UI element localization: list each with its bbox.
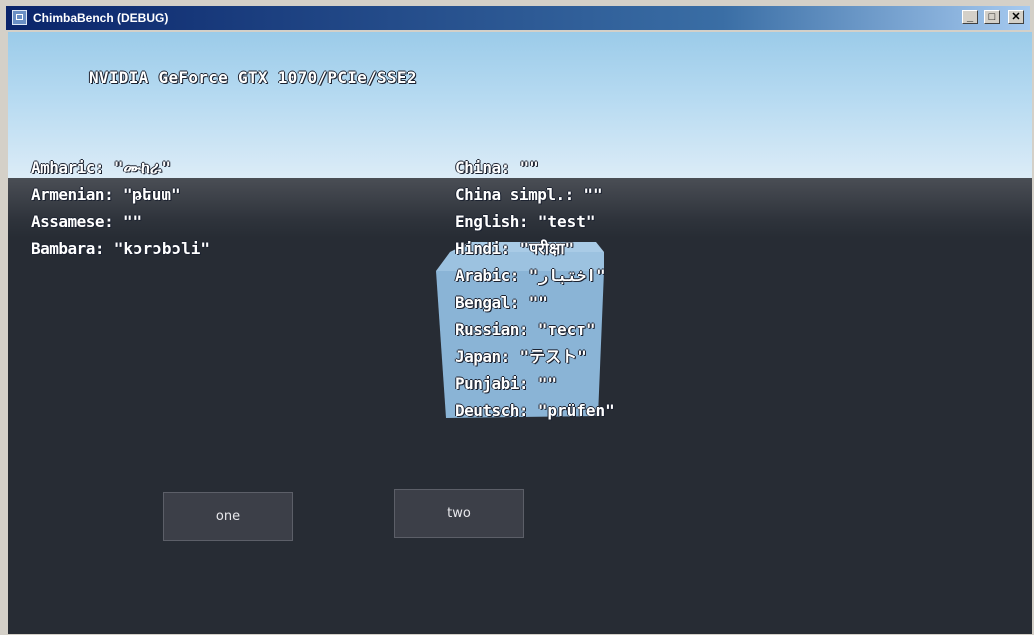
- list-item: Armenian: "թեստ": [31, 185, 181, 204]
- language-list-right: China: "" China simpl.: "" English: "tes…: [455, 156, 615, 426]
- window-title: ChimbaBench (DEBUG): [33, 11, 169, 25]
- list-item: Deutsch: "prüfen": [455, 401, 615, 420]
- gpu-renderer-label: NVIDIA GeForce GTX 1070/PCIe/SSE2: [89, 68, 417, 87]
- app-window: ChimbaBench (DEBUG) _ □ ✕ NVIDIA GeForce…: [0, 0, 1034, 635]
- list-item: Punjabi: "": [455, 374, 557, 393]
- list-item: Assamese: "": [31, 212, 143, 231]
- list-item: Bengal: "": [455, 293, 548, 312]
- minimize-button[interactable]: _: [962, 10, 978, 24]
- two-button[interactable]: two: [394, 489, 524, 538]
- list-item: Arabic: "اختبار": [455, 266, 606, 285]
- list-item: Russian: "тест": [455, 320, 596, 339]
- title-bar[interactable]: ChimbaBench (DEBUG) _ □ ✕: [6, 6, 1030, 30]
- list-item: China simpl.: "": [455, 185, 603, 204]
- app-icon[interactable]: [12, 10, 27, 25]
- list-item: China: "": [455, 158, 539, 177]
- list-item: Amharic: "ሙከራ": [31, 158, 172, 177]
- list-item: Bambara: "kɔrɔbɔli": [31, 239, 211, 258]
- one-button[interactable]: one: [163, 492, 293, 541]
- close-button[interactable]: ✕: [1008, 10, 1024, 24]
- list-item: Japan: "テスト": [455, 347, 587, 366]
- language-list-left: Amharic: "ሙከራ" Armenian: "թեստ" Assamese…: [31, 156, 210, 264]
- list-item: Hindi: "परीक्षा": [455, 239, 575, 258]
- maximize-button[interactable]: □: [984, 10, 1000, 24]
- render-viewport[interactable]: NVIDIA GeForce GTX 1070/PCIe/SSE2 Amhari…: [8, 32, 1032, 634]
- list-item: English: "test": [455, 212, 596, 231]
